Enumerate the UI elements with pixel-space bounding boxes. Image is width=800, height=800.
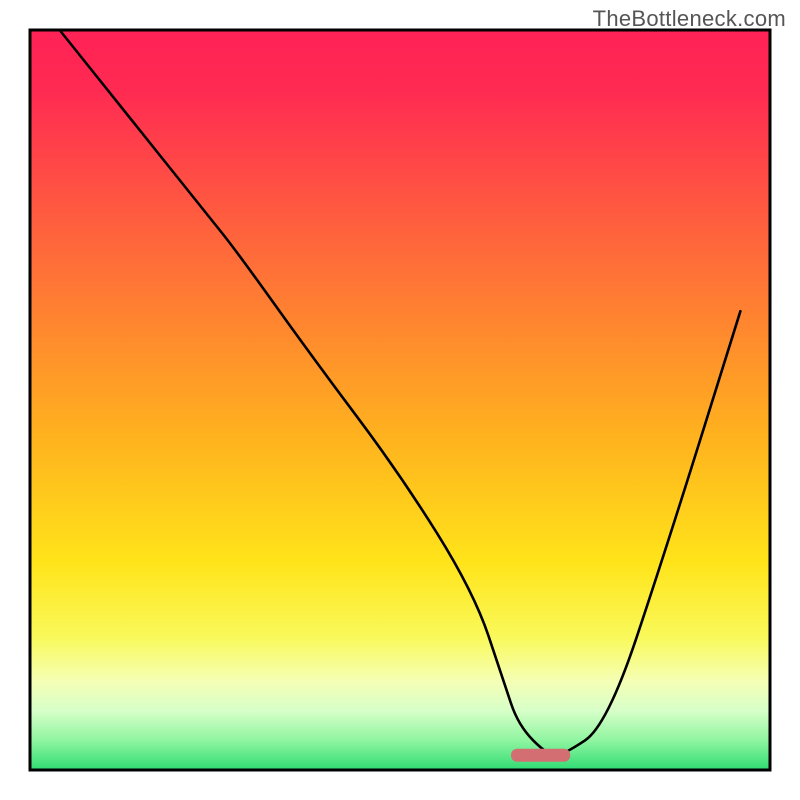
optimal-region-marker xyxy=(511,749,570,762)
bottleneck-chart xyxy=(0,0,800,800)
chart-gradient-background xyxy=(30,30,770,770)
chart-container: TheBottleneck.com xyxy=(0,0,800,800)
watermark-text: TheBottleneck.com xyxy=(593,6,786,32)
